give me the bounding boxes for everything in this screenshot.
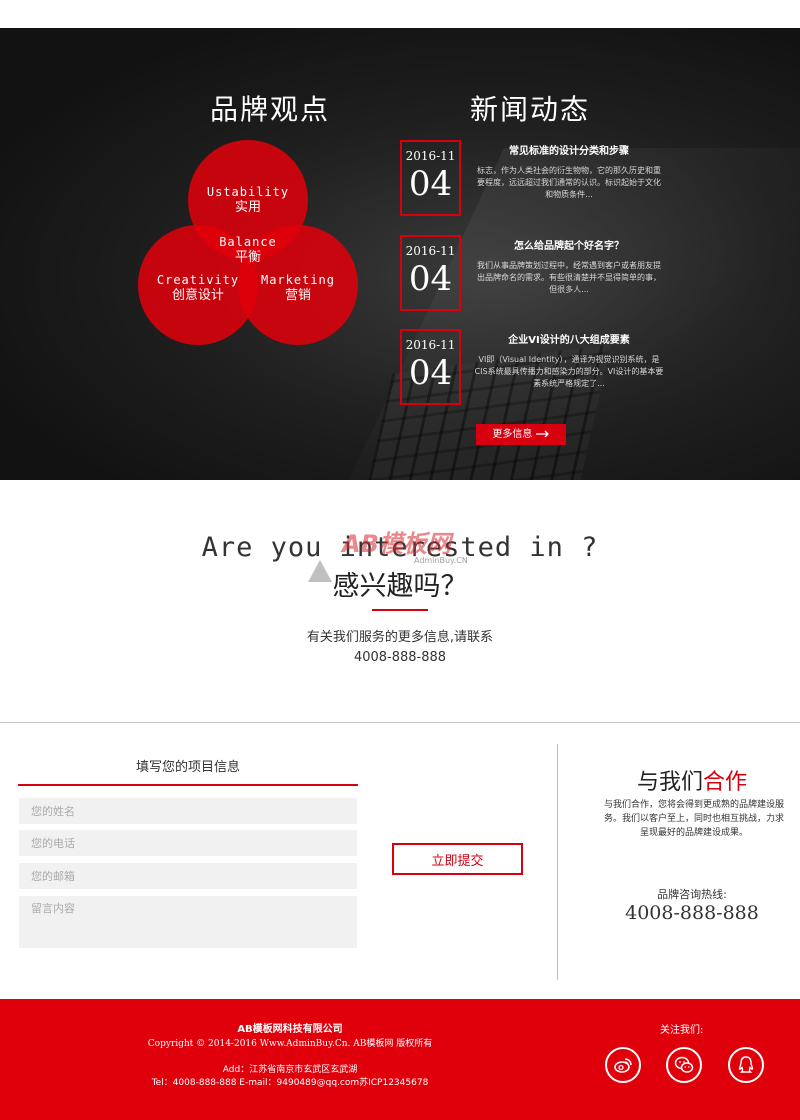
vertical-divider bbox=[557, 744, 558, 980]
wechat-link[interactable] bbox=[666, 1047, 702, 1083]
cooperate-description: 与我们合作，您将会得到更成熟的品牌建设服务。我们以客户至上，同时也相互挑战，力求… bbox=[604, 800, 785, 838]
news-day: 04 bbox=[408, 164, 453, 204]
news-item-title[interactable]: 怎么给品牌起个好名字？ bbox=[474, 237, 664, 252]
interest-heading-cn: 感兴趣吗？ bbox=[332, 571, 468, 602]
interest-phone: 4008-888-888 bbox=[353, 650, 447, 665]
news-title: 新闻动态 bbox=[470, 93, 591, 126]
news-item[interactable]: 2016-11 04 怎么给品牌起个好名字？ 我们从事品牌策划过程中，经常遇到客… bbox=[400, 235, 670, 313]
venn-label-marketing: Marketing 营销 bbox=[238, 272, 358, 304]
weibo-icon bbox=[614, 1058, 632, 1073]
submit-button[interactable]: 立即提交 bbox=[392, 843, 523, 875]
phone-field[interactable] bbox=[19, 830, 357, 856]
venn-label-balance: Balance 平衡 bbox=[188, 234, 308, 266]
venn-label-en: Ustability bbox=[206, 185, 290, 199]
news-year-month: 2016-11 bbox=[405, 244, 456, 258]
interest-contact-text: 有关我们服务的更多信息,请联系 bbox=[306, 630, 494, 645]
watermark-text: AB模板网 bbox=[342, 530, 451, 558]
news-date-box: 2016-11 04 bbox=[400, 235, 461, 311]
more-info-button[interactable]: 更多信息 bbox=[476, 424, 566, 445]
news-item-title[interactable]: 常见标准的设计分类和步骤 bbox=[474, 142, 664, 157]
email-field[interactable] bbox=[19, 863, 357, 889]
hotline-number: 4008-888-888 bbox=[625, 902, 759, 924]
news-text: 怎么给品牌起个好名字？ 我们从事品牌策划过程中，经常遇到客户或者朋友提出品牌命名… bbox=[474, 235, 664, 296]
arrow-right-icon bbox=[535, 430, 549, 438]
form-title-underline bbox=[18, 784, 358, 786]
venn-label-en: Marketing bbox=[260, 273, 336, 287]
wechat-icon bbox=[674, 1056, 694, 1073]
footer-address: Add：江苏省南京市玄武区玄武湖 bbox=[222, 1065, 358, 1075]
venn-label-cn: 实用 bbox=[234, 200, 261, 215]
news-item-desc: 我们从事品牌策划过程中，经常遇到客户或者朋友提出品牌命名的需求。有些很清楚并不显… bbox=[477, 261, 661, 294]
heading-underline bbox=[372, 609, 428, 611]
cooperate-title: 与我们合作 bbox=[580, 764, 800, 796]
news-text: 企业VI设计的八大组成要素 VI即（Visual Identity），通译为视觉… bbox=[474, 329, 664, 390]
hotline-label: 品牌咨询热线: bbox=[657, 888, 727, 901]
footer-company: AB模板网科技有限公司 bbox=[237, 1024, 343, 1035]
section-divider bbox=[0, 722, 800, 723]
news-item[interactable]: 2016-11 04 常见标准的设计分类和步骤 标志，作为人类社会的衍生物物，它… bbox=[400, 140, 670, 218]
venn-label-cn: 营销 bbox=[284, 288, 311, 303]
news-day: 04 bbox=[408, 353, 453, 393]
news-date-box: 2016-11 04 bbox=[400, 140, 461, 216]
venn-label-usability: Ustability 实用 bbox=[188, 184, 308, 216]
more-info-label: 更多信息 bbox=[492, 429, 533, 440]
footer-contact: Tel：4008-888-888 E-mail：9490489@qq.com苏I… bbox=[151, 1078, 429, 1088]
news-year-month: 2016-11 bbox=[405, 338, 456, 352]
name-field[interactable] bbox=[19, 798, 357, 824]
follow-us-label: 关注我们: bbox=[660, 1025, 704, 1036]
qq-link[interactable] bbox=[728, 1047, 764, 1083]
venn-label-cn: 平衡 bbox=[234, 250, 261, 265]
news-date-box: 2016-11 04 bbox=[400, 329, 461, 405]
footer: AB模板网科技有限公司 Copyright © 2014-2016 Www.Ad… bbox=[0, 999, 800, 1120]
form-title: 填写您的项目信息 bbox=[135, 760, 240, 775]
news-item[interactable]: 2016-11 04 企业VI设计的八大组成要素 VI即（Visual Iden… bbox=[400, 329, 670, 407]
news-text: 常见标准的设计分类和步骤 标志，作为人类社会的衍生物物，它的那久历史和重要程度，… bbox=[474, 140, 664, 201]
news-year-month: 2016-11 bbox=[405, 149, 456, 163]
weibo-link[interactable] bbox=[605, 1047, 641, 1083]
cooperate-title-black: 与我们 bbox=[636, 770, 703, 795]
qq-icon bbox=[738, 1056, 754, 1073]
message-field[interactable] bbox=[19, 896, 357, 948]
venn-label-en: Balance bbox=[219, 235, 277, 249]
news-item-desc: VI即（Visual Identity），通译为视觉识别系统，是CIS系统最具传… bbox=[474, 355, 664, 388]
news-item-title[interactable]: 企业VI设计的八大组成要素 bbox=[474, 331, 664, 346]
footer-copyright: Copyright © 2014-2016 Www.AdminBuy.Cn. A… bbox=[147, 1039, 433, 1049]
cooperate-title-red: 合作 bbox=[703, 770, 748, 795]
brand-view-title: 品牌观点 bbox=[210, 93, 331, 126]
news-day: 04 bbox=[408, 259, 453, 299]
news-item-desc: 标志，作为人类社会的衍生物物，它的那久历史和重要程度，远远超过我们通常的认识。标… bbox=[477, 166, 661, 199]
